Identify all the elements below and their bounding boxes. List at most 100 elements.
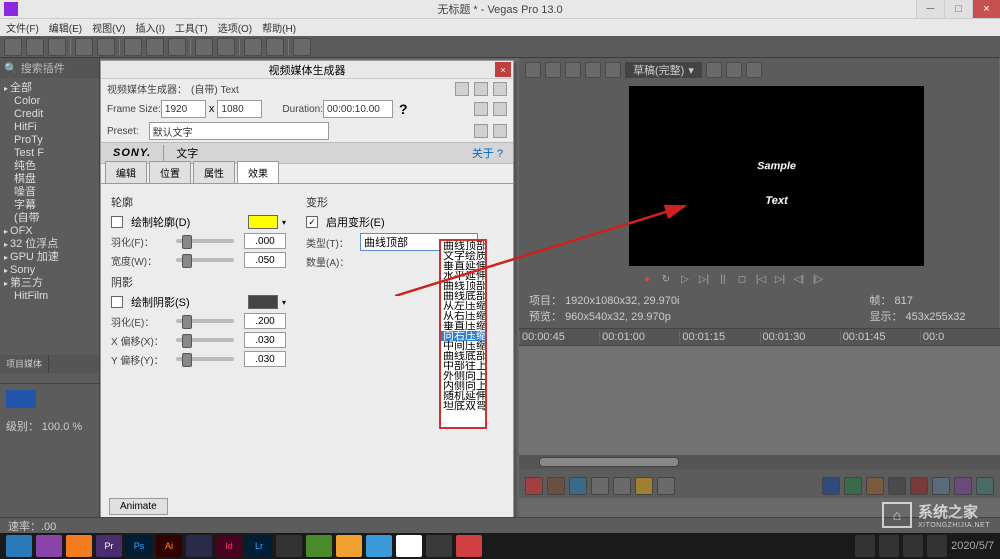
- dropdown-option[interactable]: 随机延伸: [441, 391, 485, 401]
- dropdown-option[interactable]: 水平延伸: [441, 271, 485, 281]
- tool-undo-icon[interactable]: [195, 38, 213, 56]
- tl-tool-icon[interactable]: [866, 477, 884, 495]
- timeline-ruler[interactable]: 00:00:45 00:01:00 00:01:15 00:01:30 00:0…: [519, 329, 1000, 345]
- menu-options[interactable]: 选项(O): [218, 20, 252, 35]
- close-button[interactable]: ×: [972, 0, 1000, 18]
- taskbar-item[interactable]: [366, 535, 392, 557]
- quality-selector[interactable]: 草稿(完整)▾: [625, 62, 702, 78]
- tree-item[interactable]: Credit: [14, 108, 95, 121]
- duration-input[interactable]: [323, 100, 393, 118]
- enable-transform-checkbox[interactable]: [306, 216, 318, 228]
- menu-tools[interactable]: 工具(T): [175, 20, 208, 35]
- tray-icon[interactable]: [855, 535, 875, 557]
- yoffset-value[interactable]: .030: [244, 351, 286, 367]
- tl-tool-icon[interactable]: [635, 477, 653, 495]
- tab-attributes[interactable]: 属性: [193, 161, 235, 183]
- taskbar-item[interactable]: [66, 535, 92, 557]
- taskbar-pr[interactable]: Pr: [96, 535, 122, 557]
- tab-position[interactable]: 位置: [149, 161, 191, 183]
- frame-height-input[interactable]: [217, 100, 262, 118]
- width-slider[interactable]: [176, 258, 234, 262]
- feather-slider[interactable]: [176, 239, 234, 243]
- frame-width-input[interactable]: [161, 100, 206, 118]
- tool-open-icon[interactable]: [26, 38, 44, 56]
- contour-color-swatch[interactable]: [248, 215, 278, 229]
- tab-project-media[interactable]: 项目媒体: [0, 355, 49, 373]
- play-from-start-button[interactable]: ▷|: [696, 272, 712, 286]
- save-preset-icon[interactable]: [474, 124, 488, 138]
- tl-tool-icon[interactable]: [547, 477, 565, 495]
- tab-effects[interactable]: 效果: [237, 161, 279, 183]
- menu-edit[interactable]: 编辑(E): [49, 20, 82, 35]
- tool-ripple-icon[interactable]: [266, 38, 284, 56]
- menu-insert[interactable]: 插入(I): [135, 20, 164, 35]
- tree-item[interactable]: 棋盘: [14, 173, 95, 186]
- tab-edit[interactable]: 编辑: [105, 161, 147, 183]
- next-frame-button[interactable]: |▷: [810, 272, 826, 286]
- plugin-tree[interactable]: 全部 Color Credit HitFi ProTy Test F 纯色 棋盘…: [0, 78, 99, 307]
- taskbar-item[interactable]: [36, 535, 62, 557]
- tool-render-icon[interactable]: [75, 38, 93, 56]
- dropdown-option[interactable]: 坦底双弯折: [441, 401, 485, 411]
- tl-tool-icon[interactable]: [888, 477, 906, 495]
- tl-tool-icon[interactable]: [954, 477, 972, 495]
- taskbar-item[interactable]: [276, 535, 302, 557]
- dropdown-option[interactable]: 中间压缩: [441, 341, 485, 351]
- prev-frame-button[interactable]: ◁|: [791, 272, 807, 286]
- tool-paste-icon[interactable]: [168, 38, 186, 56]
- dropdown-option[interactable]: 曲线顶部: [441, 281, 485, 291]
- animate-button[interactable]: Animate: [109, 498, 168, 515]
- dropdown-option[interactable]: 垂直压缩: [441, 321, 485, 331]
- taskbar-id[interactable]: Id: [216, 535, 242, 557]
- taskbar-item[interactable]: [6, 535, 32, 557]
- tray-icon[interactable]: [903, 535, 923, 557]
- taskbar-item[interactable]: [336, 535, 362, 557]
- xoffset-value[interactable]: .030: [244, 332, 286, 348]
- dropdown-option[interactable]: 外侧向上卷折: [441, 371, 485, 381]
- go-end-button[interactable]: ▷|: [772, 272, 788, 286]
- tool-copy-icon[interactable]: [146, 38, 164, 56]
- search-plugins[interactable]: 🔍 搜索插件: [0, 58, 99, 78]
- media-thumbnail[interactable]: [6, 390, 36, 408]
- dropdown-option[interactable]: 从左压缩: [441, 301, 485, 311]
- tree-item[interactable]: Sony: [4, 264, 95, 277]
- tl-tool-icon[interactable]: [910, 477, 928, 495]
- tl-tool-icon[interactable]: [613, 477, 631, 495]
- tray-icon[interactable]: [879, 535, 899, 557]
- tool-save-icon[interactable]: [48, 38, 66, 56]
- minimize-button[interactable]: ─: [916, 0, 944, 18]
- tl-tool-icon[interactable]: [932, 477, 950, 495]
- tl-tool-icon[interactable]: [525, 477, 543, 495]
- type-dropdown-list[interactable]: 曲线顶部文字绘质垂直延伸水平延伸曲线顶部曲线底部从左压缩从右压缩垂直压缩向右压缩…: [439, 239, 487, 429]
- help-icon[interactable]: ?: [399, 101, 408, 117]
- shadow-feather-slider[interactable]: [176, 319, 234, 323]
- record-button[interactable]: ●: [639, 272, 655, 286]
- pv-icon[interactable]: [585, 62, 601, 78]
- dlg-icon[interactable]: [455, 82, 469, 96]
- tree-item[interactable]: OFX: [4, 225, 95, 238]
- menu-help[interactable]: 帮助(H): [262, 20, 296, 35]
- tl-tool-icon[interactable]: [569, 477, 587, 495]
- tree-item[interactable]: 噪音: [14, 186, 95, 199]
- draw-shadow-checkbox[interactable]: [111, 296, 123, 308]
- tl-tool-icon[interactable]: [822, 477, 840, 495]
- taskbar-ai[interactable]: Ai: [156, 535, 182, 557]
- dropdown-option[interactable]: 从右压缩: [441, 311, 485, 321]
- dropdown-option[interactable]: 向右压缩: [441, 331, 485, 341]
- xoffset-slider[interactable]: [176, 338, 234, 342]
- dropdown-option[interactable]: 曲线底部: [441, 351, 485, 361]
- delete-preset-icon[interactable]: [493, 124, 507, 138]
- dlg-icon[interactable]: [493, 102, 507, 116]
- shadow-feather-value[interactable]: .200: [244, 313, 286, 329]
- preset-combo[interactable]: [149, 122, 329, 140]
- tray-icon[interactable]: [927, 535, 947, 557]
- pv-icon[interactable]: [726, 62, 742, 78]
- tree-item[interactable]: ProTy: [14, 134, 95, 147]
- shadow-color-swatch[interactable]: [248, 295, 278, 309]
- tl-tool-icon[interactable]: [657, 477, 675, 495]
- tl-tool-icon[interactable]: [844, 477, 862, 495]
- pv-icon[interactable]: [706, 62, 722, 78]
- yoffset-slider[interactable]: [176, 357, 234, 361]
- tool-redo-icon[interactable]: [217, 38, 235, 56]
- dlg-icon[interactable]: [493, 82, 507, 96]
